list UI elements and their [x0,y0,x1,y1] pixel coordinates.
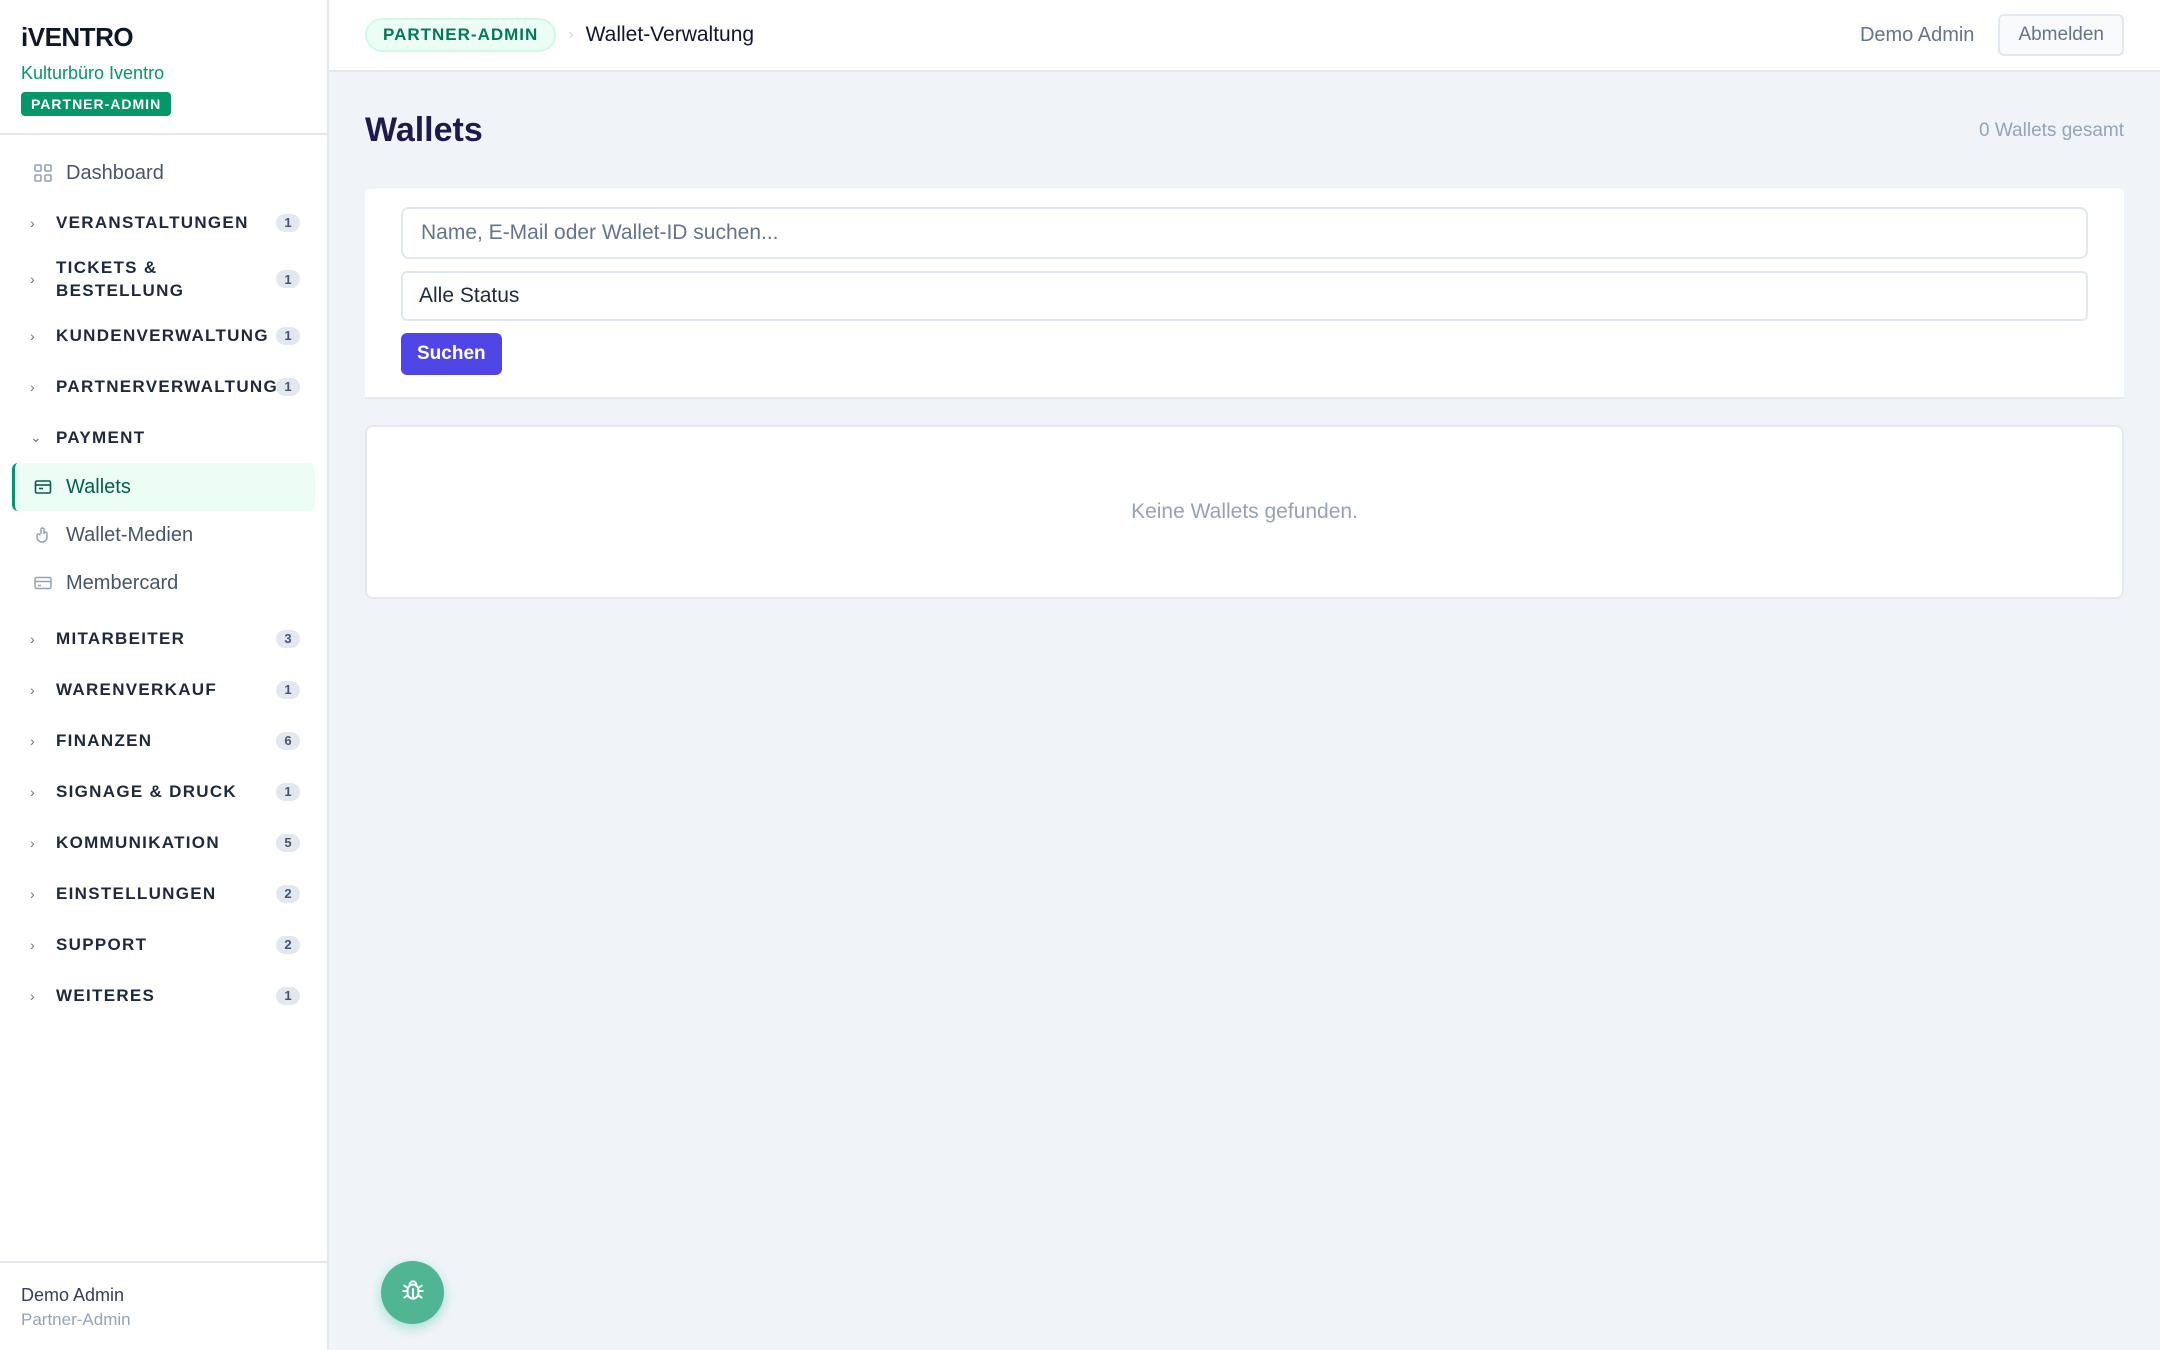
count-badge: 1 [276,782,300,801]
sidebar-group-weiteres[interactable]: › WEITERES 1 [12,970,315,1021]
sidebar-item-wallets[interactable]: Wallets [12,463,315,511]
chevron-right-icon: › [30,214,35,231]
sidebar-group-tickets[interactable]: › TICKETS & BESTELLUNG 1 [12,248,315,310]
breadcrumb-role-badge: PARTNER-ADMIN [365,18,557,52]
sidebar-item-label: Membercard [66,571,179,594]
count-badge: 1 [276,270,300,288]
sidebar: iVENTRO Kulturbüro Iventro PARTNER-ADMIN… [0,0,329,1350]
sidebar-group-label: PAYMENT [56,428,146,447]
sidebar-group-label: EINSTELLUNGEN [56,884,217,903]
main-content: Wallets 0 Wallets gesamt Alle Status Suc… [329,72,2160,1350]
card-icon [32,572,54,594]
sidebar-nav: Dashboard › VERANSTALTUNGEN 1 › TICKETS … [0,135,327,1021]
count-badge: 2 [276,884,300,903]
sidebar-user-footer: Demo Admin Partner-Admin [0,1261,327,1350]
sidebar-group-einstellungen[interactable]: › EINSTELLUNGEN 2 [12,868,315,919]
sidebar-item-dashboard[interactable]: Dashboard [12,149,315,197]
topbar-user-name: Demo Admin [1859,23,1975,46]
search-button[interactable]: Suchen [401,333,502,375]
sidebar-group-label: WEITERES [56,986,156,1005]
chevron-right-icon: › [30,271,35,287]
chevron-right-icon: › [30,834,35,851]
grid-icon [32,162,54,184]
sidebar-group-label: KUNDENVERWALTUNG [56,326,269,345]
sidebar-item-membercard[interactable]: Membercard [12,559,315,607]
footer-user-name: Demo Admin [21,1285,125,1305]
chevron-right-icon: › [30,783,35,800]
tap-icon [32,524,54,546]
sidebar-group-veranstaltungen[interactable]: › VERANSTALTUNGEN 1 [12,197,315,248]
chevron-right-icon: › [30,681,35,698]
logout-button[interactable]: Abmelden [1998,14,2124,56]
wallet-icon [32,476,54,498]
sidebar-group-label: VERANSTALTUNGEN [56,213,249,232]
sidebar-group-payment[interactable]: ⌄ PAYMENT [12,412,315,463]
count-badge: 1 [276,377,300,396]
count-badge: 6 [276,731,300,750]
status-select-value: Alle Status [419,284,520,307]
chevron-right-icon: › [30,378,35,395]
chevron-down-icon: ⌄ [30,429,42,445]
count-badge: 1 [276,326,300,345]
organization-name: Kulturbüro Iventro [21,63,165,83]
filter-panel: Alle Status Suchen [365,189,2124,399]
brand-block: iVENTRO Kulturbüro Iventro PARTNER-ADMIN [0,0,327,135]
page-title: Wallets [365,111,483,149]
topbar: PARTNER-ADMIN › Wallet-Verwaltung Demo A… [329,0,2160,72]
empty-state-message: Keine Wallets gefunden. [1131,500,1358,523]
wallet-count: 0 Wallets gesamt [1978,119,2124,141]
sidebar-item-label: Wallets [66,475,131,498]
sidebar-item-label: Wallet-Medien [66,523,194,546]
sidebar-group-mitarbeiter[interactable]: › MITARBEITER 3 [12,613,315,664]
sidebar-item-wallet-medien[interactable]: Wallet-Medien [12,511,315,559]
footer-user-role: Partner-Admin [21,1310,131,1329]
count-badge: 2 [276,935,300,954]
sidebar-group-signage-druck[interactable]: › SIGNAGE & DRUCK 1 [12,766,315,817]
search-input[interactable] [401,207,2088,259]
sidebar-group-kundenverwaltung[interactable]: › KUNDENVERWALTUNG 1 [12,310,315,361]
chevron-right-icon: › [30,630,35,647]
chevron-right-icon: › [30,327,35,344]
chevron-right-icon: › [30,732,35,749]
sidebar-group-label: SUPPORT [56,935,148,954]
page-header: Wallets 0 Wallets gesamt [365,72,2124,189]
sidebar-group-kommunikation[interactable]: › KOMMUNIKATION 5 [12,817,315,868]
bug-icon [400,1277,426,1308]
breadcrumb-title: Wallet-Verwaltung [585,23,755,46]
count-badge: 1 [276,680,300,699]
bug-report-button[interactable] [381,1261,444,1324]
role-badge: PARTNER-ADMIN [21,92,172,116]
brand-logo[interactable]: iVENTRO [21,22,306,52]
sidebar-group-partnerverwaltung[interactable]: › PARTNERVERWALTUNG 1 [12,361,315,412]
count-badge: 5 [276,833,300,852]
sidebar-group-label: FINANZEN [56,731,153,750]
sidebar-group-label: TICKETS & BESTELLUNG [56,258,185,300]
sidebar-group-label: SIGNAGE & DRUCK [56,782,238,801]
results-panel: Keine Wallets gefunden. [365,425,2124,599]
sidebar-group-warenverkauf[interactable]: › WARENVERKAUF 1 [12,664,315,715]
sidebar-group-label: WARENVERKAUF [56,680,218,699]
count-badge: 1 [276,213,300,232]
chevron-right-icon: › [30,885,35,902]
breadcrumb-separator: › [568,26,574,43]
chevron-right-icon: › [30,987,35,1004]
count-badge: 1 [276,986,300,1005]
sidebar-group-label: PARTNERVERWALTUNG [56,377,279,396]
sidebar-group-label: MITARBEITER [56,629,186,648]
count-badge: 3 [276,629,300,648]
topbar-user-area: Demo Admin Abmelden [1860,14,2124,56]
sidebar-item-label: Dashboard [66,161,164,184]
sidebar-group-support[interactable]: › SUPPORT 2 [12,919,315,970]
sidebar-group-label: KOMMUNIKATION [56,833,220,852]
sidebar-group-finanzen[interactable]: › FINANZEN 6 [12,715,315,766]
status-select[interactable]: Alle Status [401,271,2088,321]
chevron-right-icon: › [30,936,35,953]
